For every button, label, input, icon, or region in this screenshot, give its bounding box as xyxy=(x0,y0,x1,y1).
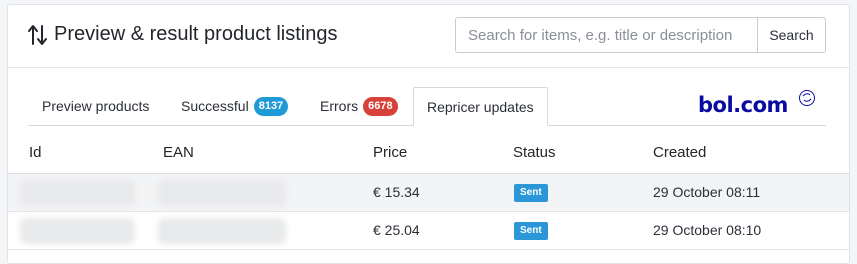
table-row[interactable]: € 15.34 Sent 29 October 08:11 xyxy=(8,174,849,212)
redacted-ean xyxy=(158,180,286,206)
price-cell: € 25.04 xyxy=(373,222,420,238)
created-cell: 29 October 08:10 xyxy=(653,222,762,238)
panel-header: Preview & result product listings Search xyxy=(8,5,849,68)
created-cell: 29 October 08:11 xyxy=(653,184,761,200)
tab-label: Errors xyxy=(320,98,359,114)
tab-repricer-updates[interactable]: Repricer updates xyxy=(413,87,548,126)
price-cell: € 15.34 xyxy=(373,184,420,200)
search-group: Search xyxy=(455,17,826,53)
bol-com-logo: bol.com xyxy=(698,89,818,121)
page-title-text: Preview & result product listings xyxy=(54,23,338,45)
search-input[interactable] xyxy=(455,17,757,53)
table-row[interactable]: € 25.04 Sent 29 October 08:10 xyxy=(8,212,849,250)
sort-arrows-icon xyxy=(28,24,47,45)
column-header-created[interactable]: Created xyxy=(653,144,706,161)
tab-successful[interactable]: Successful 8137 xyxy=(181,87,289,125)
status-badge: Sent xyxy=(514,184,548,202)
successful-count-badge: 8137 xyxy=(253,96,289,116)
column-header-price[interactable]: Price xyxy=(373,144,407,161)
search-button[interactable]: Search xyxy=(757,17,826,53)
smile-icon xyxy=(799,90,815,106)
redacted-id xyxy=(20,180,135,206)
tab-errors[interactable]: Errors 6678 xyxy=(320,87,398,125)
product-listings-panel: Preview & result product listings Search… xyxy=(7,4,850,264)
tab-label: Preview products xyxy=(42,98,150,114)
errors-count-badge: 6678 xyxy=(363,96,398,116)
column-header-status[interactable]: Status xyxy=(513,144,556,161)
logo-text: bol.com xyxy=(698,93,788,117)
tab-label: Successful xyxy=(181,98,249,114)
redacted-ean xyxy=(158,218,286,244)
column-header-ean[interactable]: EAN xyxy=(163,144,194,161)
redacted-id xyxy=(20,218,135,244)
page-title: Preview & result product listings xyxy=(28,23,337,46)
tab-label: Repricer updates xyxy=(427,98,534,115)
column-header-id[interactable]: Id xyxy=(29,144,42,161)
status-badge: Sent xyxy=(514,222,548,240)
table-header: Id EAN Price Status Created xyxy=(8,135,849,175)
tab-preview-products[interactable]: Preview products xyxy=(42,87,149,125)
